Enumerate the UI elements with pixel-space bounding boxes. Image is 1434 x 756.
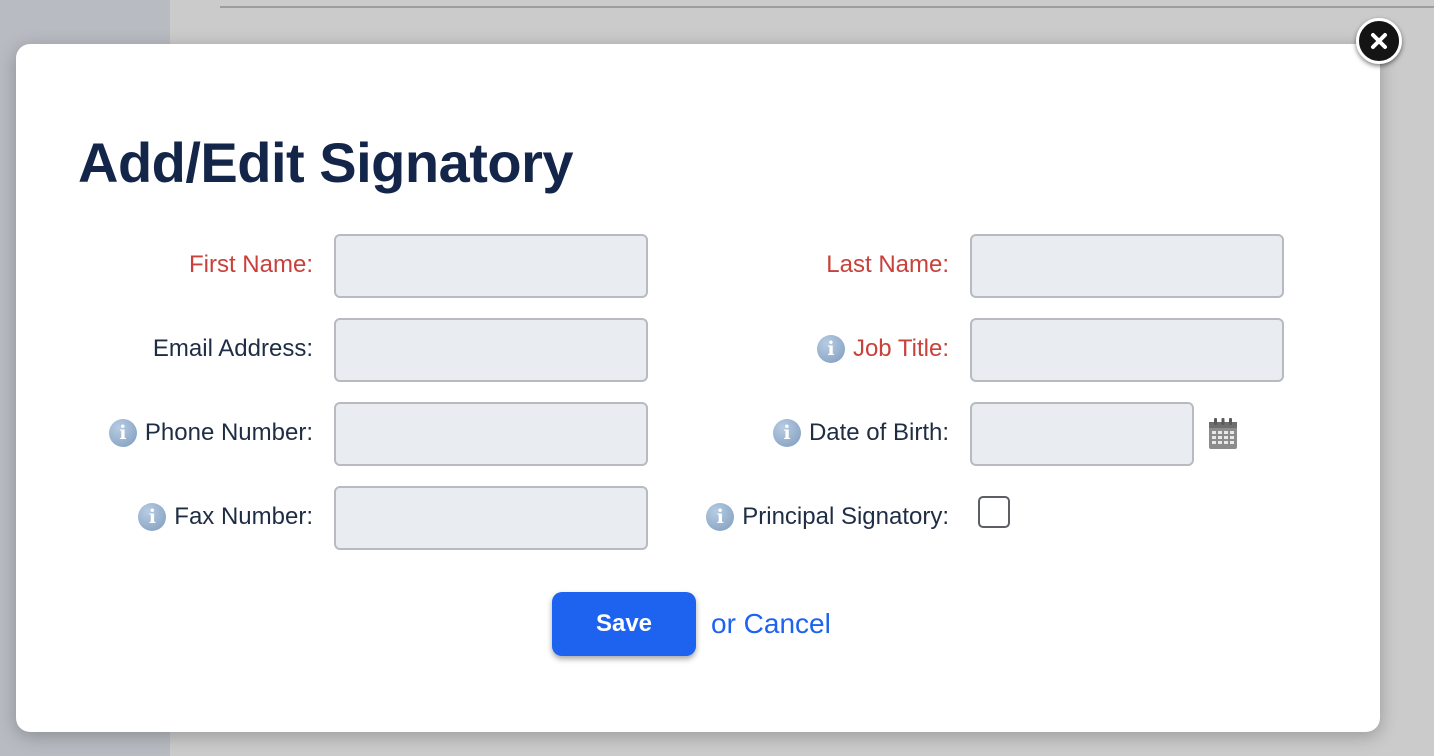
dob-info-icon[interactable]: i xyxy=(772,419,801,447)
close-button[interactable] xyxy=(1356,18,1402,64)
save-button[interactable]: Save xyxy=(552,592,696,656)
last-name-label: Last Name: xyxy=(676,233,949,297)
phone-input[interactable] xyxy=(334,402,648,466)
phone-label-text: Phone Number: xyxy=(144,419,313,446)
job-title-info-icon[interactable]: i xyxy=(816,335,845,363)
phone-label: i Phone Number: xyxy=(56,401,313,465)
background-divider xyxy=(220,6,1434,8)
first-name-label-text: First Name: xyxy=(188,251,313,278)
dob-input[interactable] xyxy=(970,402,1194,466)
calendar-icon[interactable] xyxy=(1208,418,1238,450)
email-label-text: Email Address: xyxy=(152,335,313,362)
principal-signatory-label: i Principal Signatory: xyxy=(656,485,949,549)
fax-input[interactable] xyxy=(334,486,648,550)
job-title-input[interactable] xyxy=(970,318,1284,382)
signatory-dialog: Add/Edit Signatory First Name: Last Name… xyxy=(16,44,1380,732)
fax-label: i Fax Number: xyxy=(76,485,313,549)
principal-signatory-info-icon[interactable]: i xyxy=(706,503,735,531)
phone-info-icon[interactable]: i xyxy=(108,419,137,447)
last-name-label-text: Last Name: xyxy=(826,251,949,278)
principal-signatory-label-text: Principal Signatory: xyxy=(742,503,949,530)
close-icon xyxy=(1371,33,1387,49)
job-title-label-text: Job Title: xyxy=(852,335,949,362)
dob-label-text: Date of Birth: xyxy=(808,419,949,446)
job-title-label: i Job Title: xyxy=(676,317,949,381)
last-name-input[interactable] xyxy=(970,234,1284,298)
first-name-input[interactable] xyxy=(334,234,648,298)
principal-signatory-checkbox[interactable] xyxy=(978,496,1010,528)
dialog-title: Add/Edit Signatory xyxy=(78,131,574,194)
fax-info-icon[interactable]: i xyxy=(138,503,167,531)
first-name-label: First Name: xyxy=(76,233,313,297)
email-input[interactable] xyxy=(334,318,648,382)
fax-label-text: Fax Number: xyxy=(174,503,313,530)
cancel-link[interactable]: or Cancel xyxy=(711,604,831,644)
dob-label: i Date of Birth: xyxy=(676,401,949,465)
email-label: Email Address: xyxy=(76,317,313,381)
